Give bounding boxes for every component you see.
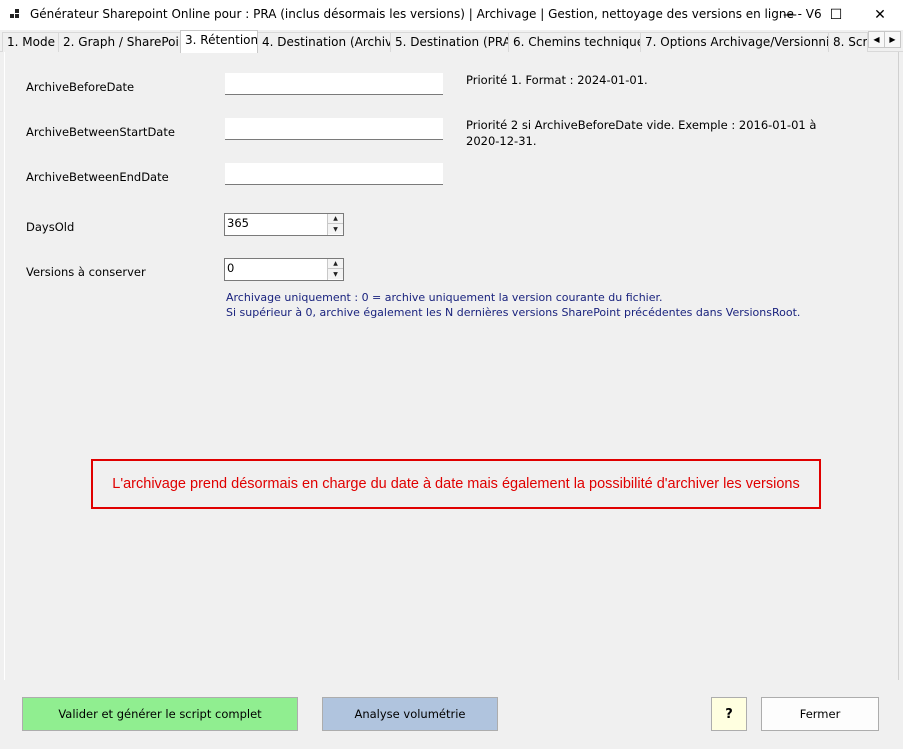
close-button[interactable]: Fermer: [761, 697, 879, 731]
days-old-value[interactable]: 365: [227, 216, 249, 230]
spin-down-icon[interactable]: ▼: [328, 269, 343, 279]
priority2-hint: Priorité 2 si ArchiveBeforeDate vide. Ex…: [466, 118, 817, 148]
help-button[interactable]: ?: [711, 697, 747, 731]
archiving-notice-text: L'archivage prend désormais en charge du…: [112, 476, 800, 492]
versions-keep-label: Versions à conserver: [26, 265, 146, 279]
priority1-hint: Priorité 1. Format : 2024-01-01.: [466, 73, 648, 87]
tab-graph-sharepoint[interactable]: 2. Graph / SharePoint: [58, 32, 181, 52]
tab-retention[interactable]: 3. Rétention: [180, 30, 258, 53]
archive-before-date-label: ArchiveBeforeDate: [26, 80, 135, 94]
tab-destination-pra[interactable]: 5. Destination (PRA): [390, 32, 509, 52]
archiving-notice: L'archivage prend désormais en charge du…: [91, 459, 821, 509]
spin-up-icon[interactable]: ▲: [328, 214, 343, 224]
app-icon: [10, 9, 19, 18]
minimize-button[interactable]: —: [767, 0, 813, 30]
generate-script-button[interactable]: Valider et générer le script complet: [22, 697, 298, 731]
tab-chemins-techniques[interactable]: 6. Chemins techniques: [508, 32, 641, 52]
versions-hint-line1: Archivage uniquement : 0 = archive uniqu…: [226, 291, 663, 304]
versions-keep-value[interactable]: 0: [227, 261, 234, 275]
archive-between-end-label: ArchiveBetweenEndDate: [26, 170, 169, 184]
tab-scroll-right-icon[interactable]: ▶: [884, 31, 901, 48]
volume-analysis-button[interactable]: Analyse volumétrie: [322, 697, 498, 731]
versions-keep-stepper[interactable]: 0 ▲ ▼: [224, 258, 344, 281]
close-window-button[interactable]: ✕: [857, 0, 903, 30]
spin-down-icon[interactable]: ▼: [328, 224, 343, 234]
window-title: Générateur Sharepoint Online pour : PRA …: [30, 7, 822, 21]
days-old-stepper[interactable]: 365 ▲ ▼: [224, 213, 344, 236]
archive-between-start-label: ArchiveBetweenStartDate: [26, 125, 175, 139]
archive-between-end-input[interactable]: [225, 163, 443, 185]
title-bar: Générateur Sharepoint Online pour : PRA …: [0, 0, 903, 30]
days-old-spin: ▲ ▼: [327, 214, 343, 235]
archive-between-start-input[interactable]: [225, 118, 443, 140]
tab-scroll-left-icon[interactable]: ◀: [868, 31, 885, 48]
days-old-label: DaysOld: [26, 220, 75, 234]
tab-options-archivage[interactable]: 7. Options Archivage/Versionning: [640, 32, 829, 52]
spin-up-icon[interactable]: ▲: [328, 259, 343, 269]
archive-before-date-input[interactable]: [225, 73, 443, 95]
tab-strip: 1. Mode 2. Graph / SharePoint 3. Rétenti…: [0, 30, 903, 53]
tab-destination-archive[interactable]: 4. Destination (Archive): [257, 32, 391, 52]
maximize-button[interactable]: ☐: [813, 0, 859, 30]
versions-hint-line2: Si supérieur à 0, archive également les …: [226, 306, 801, 319]
tab-mode[interactable]: 1. Mode: [2, 32, 59, 52]
versions-keep-spin: ▲ ▼: [327, 259, 343, 280]
tab-script[interactable]: 8. Scri: [828, 32, 868, 52]
